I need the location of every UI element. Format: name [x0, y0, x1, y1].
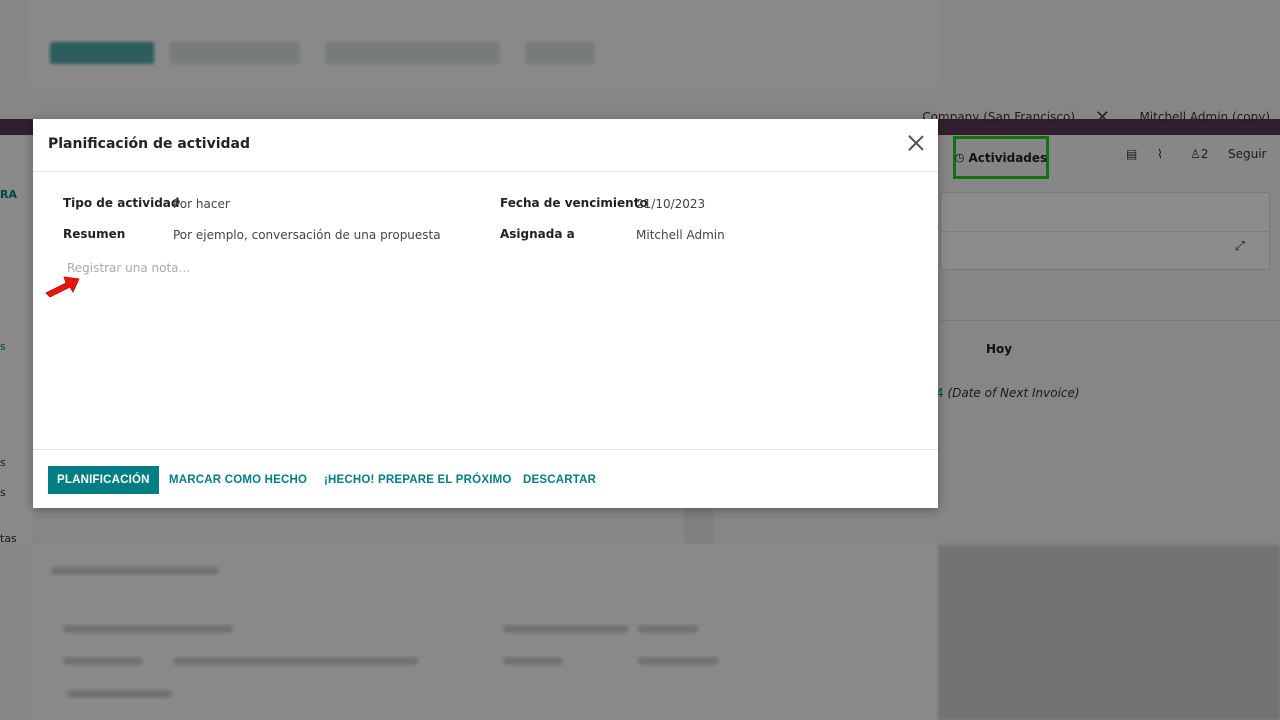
summary-input[interactable]: Por ejemplo, conversación de una propues… [173, 228, 441, 242]
close-icon[interactable] [906, 133, 926, 153]
note-editor[interactable]: Registrar una nota... [67, 261, 190, 275]
activity-type-field[interactable]: Por hacer [173, 197, 230, 211]
dialog-footer: PLANIFICACIÓN MARCAR COMO HECHO ¡HECHO! … [33, 449, 938, 509]
due-date-label: Fecha de vencimiento [500, 196, 648, 210]
schedule-button[interactable]: PLANIFICACIÓN [48, 466, 159, 494]
mark-done-button[interactable]: MARCAR COMO HECHO [169, 466, 307, 494]
assigned-field[interactable]: Mitchell Admin [636, 228, 725, 242]
discard-button[interactable]: DESCARTAR [523, 466, 596, 494]
pointer-arrow-icon [45, 276, 80, 297]
done-schedule-next-button[interactable]: ¡HECHO! PREPARE EL PRÓXIMO [324, 466, 512, 494]
dialog-title: Planificación de actividad [48, 136, 250, 152]
activity-dialog: Planificación de actividad Tipo de activ… [33, 119, 938, 508]
assigned-label: Asignada a [500, 227, 575, 241]
due-date-field[interactable]: 21/10/2023 [636, 197, 705, 211]
summary-label: Resumen [63, 227, 126, 241]
dialog-header: Planificación de actividad [33, 119, 938, 172]
activity-type-label: Tipo de actividad [63, 196, 180, 210]
